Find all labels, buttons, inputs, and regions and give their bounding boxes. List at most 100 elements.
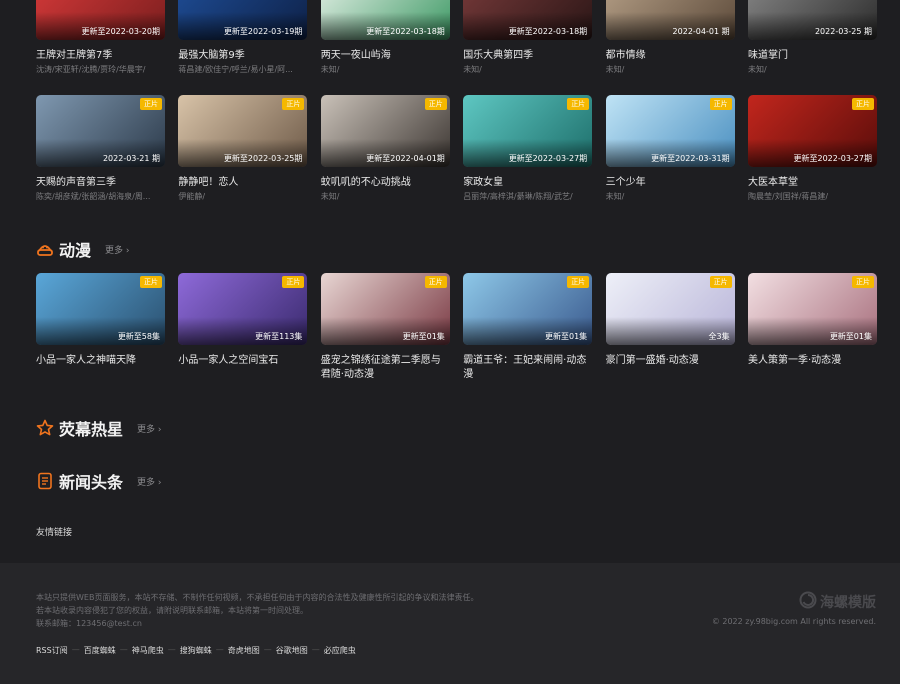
link-separator: — xyxy=(119,645,128,654)
poster-thumbnail[interactable]: 正片 更新至01集 xyxy=(320,273,450,345)
media-title[interactable]: 王牌对王牌第7季 xyxy=(36,49,165,63)
media-cast: 陶晨莹/刘国祥/蒋昌建/ xyxy=(748,192,829,201)
footer-link[interactable]: 谷歌地图 xyxy=(276,645,308,656)
footer-logo: 海螺模版 xyxy=(799,591,876,613)
media-title[interactable]: 静静吧！恋人 xyxy=(178,176,307,190)
media-title[interactable]: 小品一家人之神喵天降 xyxy=(36,354,165,382)
poster-thumbnail[interactable]: 正片更新至2022-03-31期 xyxy=(605,95,735,167)
poster-thumbnail[interactable]: 更新至2022-03-18期 xyxy=(463,0,593,40)
poster-thumbnail[interactable]: 正片 更新至2022-03-27期 xyxy=(748,95,877,167)
media-cast: 沈涛/宋亚轩/沈腾/贾玲/华晨宇/ xyxy=(36,65,146,74)
media-card[interactable]: 正片 更新至01集盛宠之锦绣征途第二季愿与君随·动态漫 xyxy=(320,273,450,382)
media-card[interactable]: 正片 全3集豪门第一盛婚·动态漫 xyxy=(605,273,735,382)
media-card[interactable]: 更新至2022-03-19期 最强大脑第9季 蒋昌建/欧佳宁/呼兰/易小星/阿... xyxy=(178,0,308,75)
media-cast: 陈奕/胡彦斌/张韶涵/胡海泉/周... xyxy=(36,192,151,201)
poster-thumbnail[interactable]: 正片更新至58集 xyxy=(36,273,165,345)
update-note: 更新至2022-03-27期 xyxy=(508,154,588,163)
media-title[interactable]: 家政女皇 xyxy=(463,176,592,190)
footer: 本站只提供WEB页面服务，本站不存储、不制作任何视频，不承担任何由于内容的合法性… xyxy=(0,563,900,684)
media-card[interactable]: 正片 更新至2022-03-25期 静静吧！恋人 伊能静/ xyxy=(178,95,308,202)
media-card[interactable]: 正片 更新至113集小品一家人之空间宝石 xyxy=(178,273,308,382)
media-card[interactable]: 更新至2022-03-18期两天一夜山屿海未知/ xyxy=(320,0,450,75)
poster-thumbnail[interactable]: 2022-03-25 期 xyxy=(748,0,877,40)
poster-thumbnail[interactable]: 正片 更新至01集 xyxy=(463,273,593,345)
update-note: 更新至2022-04-01期 xyxy=(366,154,445,163)
footer-link[interactable]: 百度蜘蛛 xyxy=(84,645,116,656)
star-icon xyxy=(36,419,54,437)
update-note: 更新至01集 xyxy=(402,332,445,341)
footer-link[interactable]: 必应爬虫 xyxy=(324,645,356,656)
media-card[interactable]: 正片更新至58集小品一家人之神喵天降 xyxy=(36,273,165,382)
logo-icon xyxy=(799,591,817,613)
quality-badge: 正片 xyxy=(709,98,732,110)
quality-badge: 正片 xyxy=(140,276,162,288)
media-title[interactable]: 天赐的声音第三季 xyxy=(36,176,165,190)
media-title[interactable]: 豪门第一盛婚·动态漫 xyxy=(606,354,735,382)
poster-thumbnail[interactable]: 更新至2022-03-18期 xyxy=(320,0,450,40)
link-separator: — xyxy=(311,645,320,654)
media-card[interactable]: 正片 更新至2022-03-27期 家政女皇 吕丽萍/高梓淇/綦琳/陈翔/武艺/ xyxy=(463,95,593,202)
media-title[interactable]: 两天一夜山屿海 xyxy=(321,49,450,63)
update-note: 更新至113集 xyxy=(255,332,303,341)
media-title[interactable]: 小品一家人之空间宝石 xyxy=(178,354,307,382)
media-card[interactable]: 2022-04-01 期都市情缘未知/ xyxy=(605,0,735,75)
footer-link[interactable]: 奇虎地图 xyxy=(228,645,260,656)
more-link-anime[interactable]: 更多 › xyxy=(105,243,129,256)
media-title[interactable]: 美人策第一季·动态漫 xyxy=(748,354,877,382)
update-note: 2022-03-25 期 xyxy=(814,27,872,36)
update-note: 2022-04-01 期 xyxy=(672,27,730,36)
media-title[interactable]: 最强大脑第9季 xyxy=(178,49,307,63)
footer-link[interactable]: RSS订阅 xyxy=(36,645,68,656)
footer-link[interactable]: 神马爬虫 xyxy=(132,645,164,656)
update-note: 更新至58集 xyxy=(117,332,160,341)
media-cast: 未知/ xyxy=(605,65,625,74)
poster-thumbnail[interactable]: 正片 更新至2022-04-01期 xyxy=(320,95,450,167)
media-card[interactable]: 更新至2022-03-20期王牌对王牌第7季沈涛/宋亚轩/沈腾/贾玲/华晨宇/ xyxy=(36,0,165,75)
more-link-stars[interactable]: 更多 › xyxy=(137,422,161,435)
media-card[interactable]: 正片 更新至01集美人策第一季·动态漫 xyxy=(748,273,877,382)
link-separator: — xyxy=(71,645,80,654)
update-note: 更新至2022-03-31期 xyxy=(651,154,730,163)
poster-thumbnail[interactable]: 正片 2022-03-21 期 xyxy=(36,95,165,167)
poster-thumbnail[interactable]: 更新至2022-03-19期 xyxy=(178,0,308,40)
media-card[interactable]: 正片 更新至01集霸道王爷：王妃来闹闹·动态漫 xyxy=(463,273,593,382)
footer-link[interactable]: 搜狗蜘蛛 xyxy=(180,645,212,656)
poster-thumbnail[interactable]: 正片 更新至113集 xyxy=(178,273,308,345)
poster-thumbnail[interactable]: 2022-04-01 期 xyxy=(605,0,735,40)
poster-thumbnail[interactable]: 正片 全3集 xyxy=(605,273,735,345)
media-card[interactable]: 2022-03-25 期味道掌门 未知/ xyxy=(748,0,877,75)
section-title-stars: 荧幕热星 xyxy=(59,420,124,439)
media-title[interactable]: 国乐大典第四季 xyxy=(463,49,592,63)
footer-copyright: © 2022 zy.98big.com All rights reserved. xyxy=(711,617,876,626)
update-note: 更新至2022-03-19期 xyxy=(223,27,303,36)
more-link-news[interactable]: 更多 › xyxy=(137,475,161,488)
media-card[interactable]: 正片 2022-03-21 期天赐的声音第三季陈奕/胡彦斌/张韶涵/胡海泉/周..… xyxy=(36,95,165,202)
media-title[interactable]: 盛宠之锦绣征途第二季愿与君随·动态漫 xyxy=(321,354,450,382)
media-card[interactable]: 更新至2022-03-18期 国乐大典第四季 未知/ xyxy=(463,0,593,75)
media-title[interactable]: 三个少年 xyxy=(606,176,735,190)
poster-thumbnail[interactable]: 正片 更新至2022-03-27期 xyxy=(463,95,593,167)
footer-links: RSS订阅 — 百度蜘蛛 — 神马爬虫 — 搜狗蜘蛛 — 奇虎地图 — 谷歌地图 — 必应爬虫 xyxy=(36,645,356,656)
poster-thumbnail[interactable]: 更新至2022-03-20期 xyxy=(36,0,165,40)
quality-badge: 正片 xyxy=(140,98,162,110)
quality-badge: 正片 xyxy=(709,276,732,288)
media-title[interactable]: 都市情缘 xyxy=(606,49,735,63)
anime-icon xyxy=(36,240,54,258)
update-note: 更新至2022-03-18期 xyxy=(366,27,445,36)
media-card[interactable]: 正片 更新至2022-03-31期 三个少年 未知/ xyxy=(605,95,735,202)
media-cast: 未知/ xyxy=(320,65,340,74)
media-title[interactable]: 蚊叽叽的不心动挑战 xyxy=(321,176,450,190)
media-title[interactable]: 霸道王爷：王妃来闹闹·动态漫 xyxy=(463,354,592,382)
update-note: 更新至2022-03-20期 xyxy=(81,27,161,36)
media-card[interactable]: 正片 更新至2022-03-27期大医本草堂陶晨莹/刘国祥/蒋昌建/ xyxy=(748,95,877,202)
update-note: 更新至01集 xyxy=(829,332,872,341)
media-title[interactable]: 味道掌门 xyxy=(748,49,877,63)
quality-badge: 正片 xyxy=(852,98,874,110)
media-title[interactable]: 大医本草堂 xyxy=(748,176,877,190)
poster-thumbnail[interactable]: 正片 更新至01集 xyxy=(748,273,877,345)
poster-thumbnail[interactable]: 正片 更新至2022-03-25期 xyxy=(178,95,308,167)
friend-links-label: 友情链接 xyxy=(36,528,73,538)
update-note: 2022-03-21 期 xyxy=(102,154,160,163)
media-card[interactable]: 正片 更新至2022-04-01期 蚊叽叽的不心动挑战 未知/ xyxy=(320,95,450,202)
quality-badge: 正片 xyxy=(567,276,590,288)
